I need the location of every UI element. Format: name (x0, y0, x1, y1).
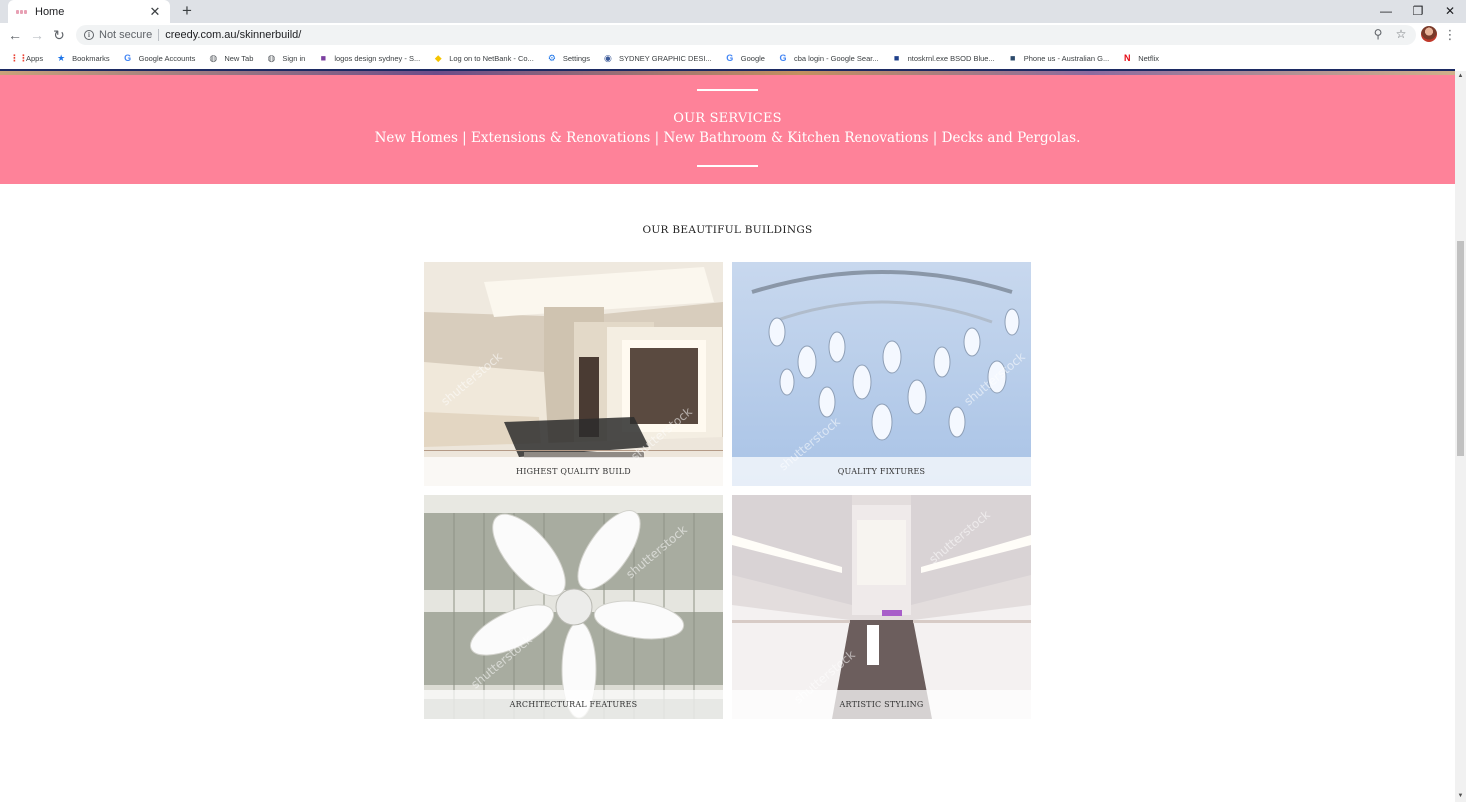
back-icon[interactable]: ← (6, 26, 24, 44)
card-caption: HIGHEST QUALITY BUILD (424, 457, 723, 486)
card-caption: ARCHITECTURAL FEATURES (424, 690, 723, 719)
kitchen-image (732, 495, 1031, 719)
bookmark-label: Google (740, 53, 765, 63)
google-icon: G (726, 53, 734, 63)
building-card[interactable]: shutterstock shutterstock HIGHEST QUALIT… (424, 262, 723, 486)
info-icon[interactable]: i (84, 30, 94, 40)
tab-strip: Home ✕ + — ❐ ✕ (0, 0, 1466, 23)
bookmark-label: Apps (26, 53, 44, 63)
bookmark-item[interactable]: ■ ntoskrnl.exe BSOD Blue... (892, 53, 995, 63)
services-top-divider (697, 89, 758, 91)
bookmark-label: logos design sydney - S... (334, 53, 421, 63)
scroll-up-icon[interactable]: ▲ (1455, 71, 1466, 82)
bookmark-item[interactable]: N Netflix (1122, 53, 1159, 63)
star-icon: ★ (57, 53, 66, 63)
apps-grid-icon: ⋮⋮ (10, 53, 28, 63)
bookmark-label: Log on to NetBank - Co... (449, 53, 534, 63)
bookmark-label: Phone us - Australian G... (1023, 53, 1110, 63)
address-bar[interactable]: i Not secure creedy.com.au/skinnerbuild/ (76, 25, 1416, 45)
bookmark-item[interactable]: ★ Bookmarks (56, 53, 110, 63)
restore-icon[interactable]: ❐ (1407, 2, 1429, 20)
bookmark-label: Sign in (282, 53, 306, 63)
bookmark-label: SYDNEY GRAPHIC DESI... (618, 53, 712, 63)
site-icon: ■ (893, 53, 900, 63)
bookmark-label: Settings (562, 53, 590, 63)
netflix-icon: N (1123, 53, 1131, 63)
tab-title: Home (35, 5, 65, 18)
menu-kebab-icon[interactable]: ⋮ (1443, 26, 1457, 44)
google-icon: G (124, 53, 132, 63)
profile-avatar[interactable] (1421, 26, 1437, 42)
reload-icon[interactable]: ↻ (50, 26, 68, 44)
url-text[interactable]: creedy.com.au/skinnerbuild/ (165, 29, 301, 41)
bookmark-label: Netflix (1138, 53, 1160, 63)
chandelier-image (732, 262, 1031, 486)
browser-toolbar: ← → ↻ i Not secure creedy.com.au/skinner… (0, 23, 1466, 47)
close-tab-icon[interactable]: ✕ (148, 4, 162, 19)
bookmark-item[interactable]: G Google Accounts (123, 53, 196, 63)
buildings-heading: OUR BEAUTIFUL BUILDINGS (642, 224, 813, 236)
bookmark-item[interactable]: ⋮⋮ Apps (10, 53, 43, 63)
bookmark-label: Bookmarks (72, 53, 110, 63)
bookmark-item[interactable]: G Google (725, 53, 765, 63)
bookmark-label: Google Accounts (138, 53, 196, 63)
bookmark-item[interactable]: ■ logos design sydney - S... (318, 53, 421, 63)
building-card[interactable]: shutterstock shutterstock ARCHITECTURAL … (424, 495, 723, 719)
bookmark-star-icon[interactable]: ☆ (1393, 26, 1409, 42)
globe-icon: ◍ (267, 53, 276, 63)
bookmark-item[interactable]: ◆ Log on to NetBank - Co... (433, 53, 534, 63)
building-card[interactable]: shutterstock shutterstock ARTISTIC STYLI… (732, 495, 1031, 719)
scroll-down-icon[interactable]: ▼ (1455, 791, 1466, 802)
bookmark-item[interactable]: ◍ Sign in (266, 53, 305, 63)
building-card[interactable]: shutterstock shutterstock QUALITY FIXTUR… (732, 262, 1031, 486)
eye-icon: ◉ (604, 53, 612, 63)
services-list: New Homes | Extensions & Renovations | N… (374, 130, 1081, 146)
bookmark-label: cba login - Google Sear... (793, 53, 879, 63)
bookmarks-bar: ⋮⋮ Apps ★ Bookmarks G Google Accounts ◍ New Tab… (0, 47, 1466, 69)
forward-icon[interactable]: → (28, 26, 46, 44)
zoom-search-icon[interactable]: ⚲ (1370, 26, 1386, 42)
commbank-icon: ◆ (434, 53, 442, 63)
page-scrollbar[interactable]: ▲ ▼ (1455, 71, 1466, 802)
bookmark-item[interactable]: Gcba login - Google Sear... (778, 53, 879, 63)
globe-icon: ◍ (209, 53, 218, 63)
omnibox-divider (158, 29, 160, 41)
google-icon: G (779, 53, 787, 63)
site-icon: ■ (320, 53, 327, 63)
browser-tab[interactable]: Home ✕ (8, 0, 170, 23)
bookmark-item[interactable]: ■ Phone us - Australian G... (1008, 53, 1109, 63)
close-window-icon[interactable]: ✕ (1439, 2, 1461, 20)
bookmark-item[interactable]: ◍ New Tab (208, 53, 253, 63)
card-caption: QUALITY FIXTURES (732, 457, 1031, 486)
bookmark-label: New Tab (224, 53, 254, 63)
services-title: OUR SERVICES (673, 111, 782, 126)
not-secure-label: Not secure (99, 29, 153, 41)
bookmark-label: ntoskrnl.exe BSOD Blue... (907, 53, 995, 63)
services-band: OUR SERVICES New Homes | Extensions & Re… (0, 75, 1455, 184)
minimize-icon[interactable]: — (1375, 2, 1397, 20)
bookmark-item[interactable]: ⚙ Settings (547, 53, 590, 63)
scrollbar-thumb[interactable] (1457, 241, 1464, 456)
site-favicon-icon (16, 9, 28, 15)
services-bottom-divider (697, 165, 758, 167)
site-icon: ■ (1010, 53, 1016, 63)
bookmark-item[interactable]: ◉ SYDNEY GRAPHIC DESI... (603, 53, 712, 63)
new-tab-icon[interactable]: + (179, 2, 195, 19)
card-caption: ARTISTIC STYLING (732, 690, 1031, 719)
gear-icon: ⚙ (547, 53, 556, 63)
